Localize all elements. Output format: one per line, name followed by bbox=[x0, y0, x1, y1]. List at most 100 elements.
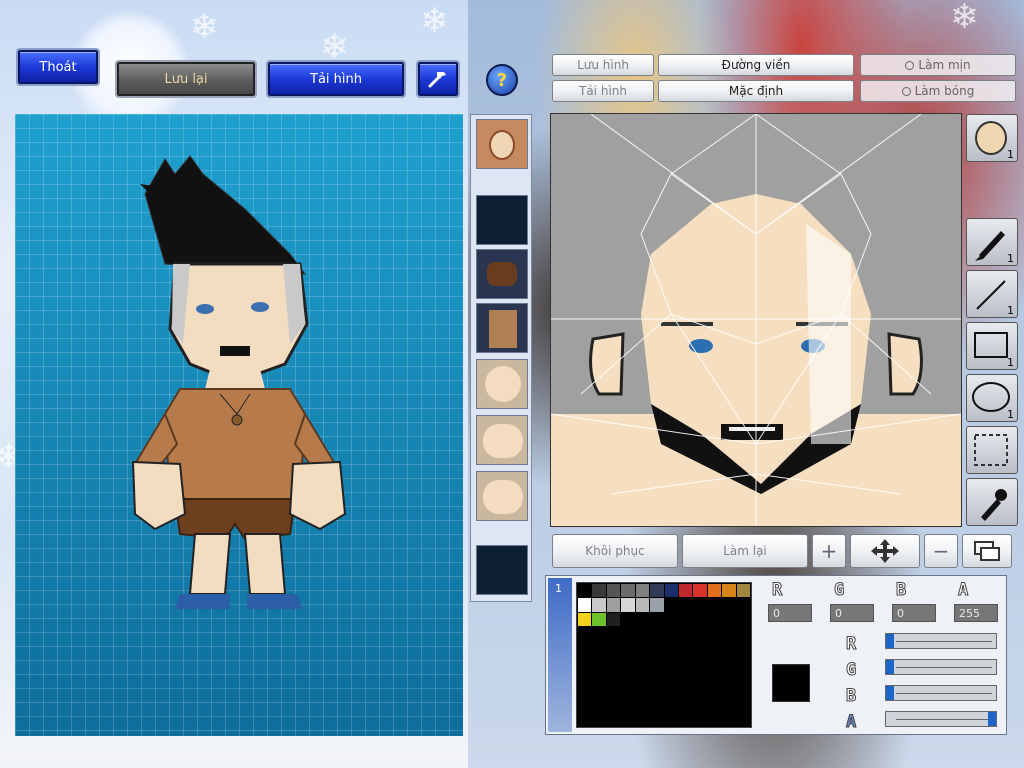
palette-swatch[interactable] bbox=[578, 669, 592, 684]
palette-swatch[interactable] bbox=[736, 612, 750, 626]
palette-swatch[interactable] bbox=[578, 584, 592, 598]
palette-swatch[interactable] bbox=[578, 641, 592, 655]
palette-swatch[interactable] bbox=[592, 612, 606, 626]
palette-swatch[interactable] bbox=[578, 598, 592, 612]
zoom-in-button[interactable]: + bbox=[812, 534, 846, 568]
palette-swatch[interactable] bbox=[678, 712, 693, 726]
blue-slider-knob[interactable] bbox=[886, 686, 894, 700]
red-value-field[interactable]: 0 bbox=[768, 604, 812, 622]
part-face-thumb[interactable] bbox=[476, 359, 528, 409]
palette-swatch[interactable] bbox=[606, 684, 621, 698]
palette-swatch[interactable] bbox=[678, 655, 693, 669]
palette-swatch[interactable] bbox=[707, 626, 722, 641]
palette-swatch[interactable] bbox=[578, 712, 592, 726]
palette-swatch[interactable] bbox=[707, 612, 722, 626]
palette-swatch[interactable] bbox=[635, 684, 650, 698]
palette-swatch[interactable] bbox=[621, 669, 635, 684]
palette-swatch[interactable] bbox=[722, 612, 736, 626]
palette-swatch[interactable] bbox=[664, 626, 678, 641]
palette-swatch[interactable] bbox=[650, 669, 664, 684]
palette-swatch[interactable] bbox=[736, 584, 750, 598]
palette-swatch[interactable] bbox=[736, 669, 750, 684]
palette-swatch[interactable] bbox=[650, 626, 664, 641]
palette-swatch[interactable] bbox=[635, 612, 650, 626]
palette-swatch[interactable] bbox=[621, 655, 635, 669]
ellipse-tool[interactable]: 1 bbox=[966, 374, 1018, 422]
palette-swatch[interactable] bbox=[736, 598, 750, 612]
palette-swatch[interactable] bbox=[707, 669, 722, 684]
alpha-slider[interactable] bbox=[885, 711, 997, 727]
palette-swatch[interactable] bbox=[635, 712, 650, 726]
palette-swatch[interactable] bbox=[606, 655, 621, 669]
palette-swatch[interactable] bbox=[635, 669, 650, 684]
palette-swatch[interactable] bbox=[736, 684, 750, 698]
eyedropper-tool[interactable] bbox=[966, 478, 1018, 526]
palette-swatch[interactable] bbox=[578, 612, 592, 626]
palette-swatch[interactable] bbox=[664, 612, 678, 626]
palette-swatch[interactable] bbox=[635, 598, 650, 612]
palette-swatch[interactable] bbox=[736, 641, 750, 655]
palette-swatch[interactable] bbox=[678, 612, 693, 626]
palette-swatch[interactable] bbox=[650, 641, 664, 655]
zoom-out-button[interactable]: − bbox=[924, 534, 958, 568]
palette-swatch[interactable] bbox=[578, 626, 592, 641]
palette-swatch[interactable] bbox=[707, 712, 722, 726]
palette-swatch[interactable] bbox=[736, 698, 750, 712]
palette-swatch[interactable] bbox=[693, 598, 707, 612]
palette-swatch[interactable] bbox=[693, 684, 707, 698]
palette-swatch[interactable] bbox=[621, 698, 635, 712]
blue-slider[interactable] bbox=[885, 685, 997, 701]
palette-swatch[interactable] bbox=[621, 598, 635, 612]
part-empty-slot[interactable] bbox=[476, 195, 528, 245]
palette-swatch[interactable] bbox=[592, 712, 606, 726]
palette-swatch[interactable] bbox=[707, 684, 722, 698]
palette-swatch[interactable] bbox=[664, 584, 678, 598]
alpha-value-field[interactable]: 255 bbox=[954, 604, 998, 622]
palette-swatch[interactable] bbox=[635, 698, 650, 712]
palette-scrollbar[interactable]: 1 bbox=[548, 578, 572, 732]
restore-button[interactable]: Khôi phục bbox=[552, 534, 678, 568]
part-shirt-thumb[interactable] bbox=[476, 303, 528, 353]
palette-swatch[interactable] bbox=[693, 655, 707, 669]
palette-swatch[interactable] bbox=[635, 641, 650, 655]
part-mouth-thumb[interactable] bbox=[476, 471, 528, 521]
palette-swatch[interactable] bbox=[635, 584, 650, 598]
palette-swatch[interactable] bbox=[650, 712, 664, 726]
palette-swatch[interactable] bbox=[722, 684, 736, 698]
palette-swatch[interactable] bbox=[635, 626, 650, 641]
palette-swatch[interactable] bbox=[606, 669, 621, 684]
save-image-button[interactable]: Lưu hình bbox=[552, 54, 654, 76]
palette-swatch[interactable] bbox=[578, 698, 592, 712]
palette-swatch[interactable] bbox=[650, 698, 664, 712]
palette-swatch[interactable] bbox=[592, 684, 606, 698]
palette-swatch[interactable] bbox=[664, 655, 678, 669]
alpha-slider-knob[interactable] bbox=[988, 712, 996, 726]
palette-swatch[interactable] bbox=[722, 655, 736, 669]
palette-swatch[interactable] bbox=[621, 626, 635, 641]
palette-swatch[interactable] bbox=[606, 598, 621, 612]
palette-swatch[interactable] bbox=[664, 598, 678, 612]
palette-swatch[interactable] bbox=[678, 626, 693, 641]
palette-swatch[interactable] bbox=[650, 684, 664, 698]
palette-swatch[interactable] bbox=[664, 712, 678, 726]
palette-swatch[interactable] bbox=[650, 598, 664, 612]
part-head-thumb[interactable] bbox=[476, 119, 528, 169]
part-body-thumb[interactable] bbox=[476, 415, 528, 465]
palette-swatch[interactable] bbox=[678, 641, 693, 655]
palette-swatch[interactable] bbox=[578, 684, 592, 698]
move-button[interactable] bbox=[850, 534, 920, 568]
swatch-grid[interactable] bbox=[576, 582, 752, 728]
palette-swatch[interactable] bbox=[606, 641, 621, 655]
save-button[interactable]: Lưu lại bbox=[115, 60, 257, 98]
palette-swatch[interactable] bbox=[621, 612, 635, 626]
palette-swatch[interactable] bbox=[592, 626, 606, 641]
palette-swatch[interactable] bbox=[578, 655, 592, 669]
pen-tool[interactable]: 1 bbox=[966, 218, 1018, 266]
part-empty-slot[interactable] bbox=[476, 545, 528, 595]
character-preview[interactable] bbox=[15, 114, 463, 736]
palette-swatch[interactable] bbox=[592, 598, 606, 612]
hammer-button[interactable] bbox=[416, 60, 460, 98]
palette-swatch[interactable] bbox=[736, 626, 750, 641]
palette-swatch[interactable] bbox=[606, 712, 621, 726]
palette-swatch[interactable] bbox=[635, 655, 650, 669]
